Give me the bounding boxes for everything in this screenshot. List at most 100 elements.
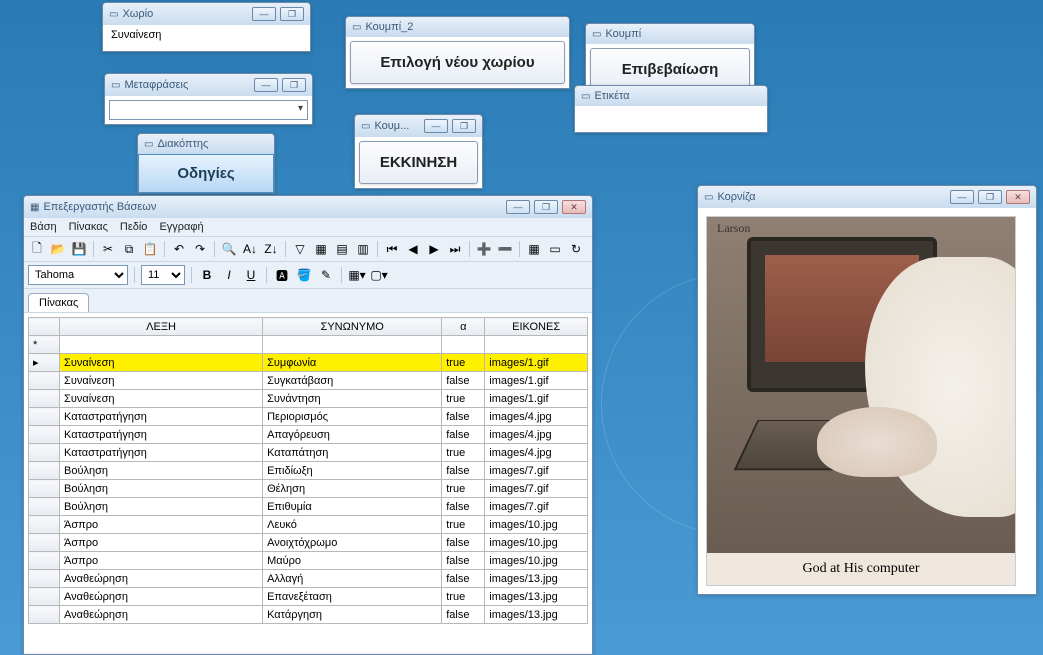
cell-lex[interactable]: Βούληση <box>60 498 263 516</box>
row-marker[interactable] <box>29 372 60 390</box>
window-titlebar-koumpi2[interactable]: ▭ Κουμπί_2 <box>346 17 569 37</box>
maximize-button[interactable]: ❐ <box>452 119 476 133</box>
cell-a[interactable]: false <box>442 498 485 516</box>
menu-record[interactable]: Εγγραφή <box>159 221 203 233</box>
cell-img[interactable]: images/4.jpg <box>485 408 588 426</box>
cell-syn[interactable]: Ανοιχτόχρωμο <box>263 534 442 552</box>
cell-syn[interactable]: Επιδίωξη <box>263 462 442 480</box>
cell-img[interactable]: images/13.jpg <box>485 570 588 588</box>
open-icon[interactable]: 📂 <box>49 240 67 258</box>
table-row[interactable]: ΒούλησηΕπιθυμίαfalseimages/7.gif <box>29 498 588 516</box>
maximize-button[interactable]: ❐ <box>282 78 306 92</box>
cell-syn[interactable]: Λευκό <box>263 516 442 534</box>
col-synonymo[interactable]: ΣΥΝΩΝΥΜΟ <box>263 318 442 336</box>
row-marker[interactable] <box>29 462 60 480</box>
minimize-button[interactable]: — <box>506 200 530 214</box>
row-marker[interactable] <box>29 480 60 498</box>
cell-lex[interactable]: Βούληση <box>60 480 263 498</box>
menu-base[interactable]: Βάση <box>30 221 57 233</box>
table-row[interactable]: ΑναθεώρησηΑλλαγήfalseimages/13.jpg <box>29 570 588 588</box>
cell-lex[interactable]: Καταστρατήγηση <box>60 408 263 426</box>
row-marker[interactable] <box>29 570 60 588</box>
cell-syn[interactable]: Καταπάτηση <box>263 444 442 462</box>
table-row[interactable]: ΆσπροΛευκόtrueimages/10.jpg <box>29 516 588 534</box>
font-select[interactable]: Tahoma <box>28 265 128 285</box>
cell-a[interactable]: false <box>442 534 485 552</box>
cell-img[interactable]: images/4.jpg <box>485 426 588 444</box>
cell-a[interactable]: true <box>442 588 485 606</box>
tab-table[interactable]: Πίνακας <box>28 293 89 312</box>
cell-syn[interactable]: Συμφωνία <box>263 354 442 372</box>
window-titlebar-koum[interactable]: ▭ Κουμ... — ❐ <box>355 115 482 137</box>
cell-syn[interactable]: Θέληση <box>263 480 442 498</box>
cell-a[interactable]: false <box>442 408 485 426</box>
minimize-button[interactable]: — <box>254 78 278 92</box>
window-titlebar-etiketa[interactable]: ▭ Ετικέτα <box>575 86 767 106</box>
filter-icon[interactable]: ▽ <box>291 240 309 258</box>
minimize-button[interactable]: — <box>424 119 448 133</box>
cell-syn[interactable]: Μαύρο <box>263 552 442 570</box>
cell-syn[interactable]: Απαγόρευση <box>263 426 442 444</box>
italic-icon[interactable]: I <box>220 266 238 284</box>
table-row[interactable]: ΚαταστρατήγησηΠεριορισμόςfalseimages/4.j… <box>29 408 588 426</box>
maximize-button[interactable]: ❐ <box>978 190 1002 204</box>
grid2-icon[interactable]: ▤ <box>333 240 351 258</box>
cell-img[interactable]: images/10.jpg <box>485 516 588 534</box>
cell-img[interactable]: images/1.gif <box>485 354 588 372</box>
table-row[interactable]: ▸ΣυναίνεσηΣυμφωνίαtrueimages/1.gif <box>29 354 588 372</box>
last-icon[interactable]: ⏭ <box>446 240 464 258</box>
data-grid[interactable]: ΛΕΞΗ ΣΥΝΩΝΥΜΟ α ΕΙΚΟΝΕΣ * ▸ΣυναίνεσηΣυμφ… <box>28 317 588 624</box>
cell-lex[interactable]: Συναίνεση <box>60 372 263 390</box>
row-marker[interactable] <box>29 588 60 606</box>
odigies-button[interactable]: Οδηγίες <box>138 154 274 193</box>
epilogi-neou-xoriou-button[interactable]: Επιλογή νέου χωρίου <box>350 41 565 84</box>
cell-lex[interactable]: Συναίνεση <box>60 354 263 372</box>
table-row[interactable]: ΆσπροΑνοιχτόχρωμοfalseimages/10.jpg <box>29 534 588 552</box>
menu-field[interactable]: Πεδίο <box>120 221 148 233</box>
save-icon[interactable]: 💾 <box>70 240 88 258</box>
row-marker[interactable] <box>29 552 60 570</box>
sort-desc-icon[interactable]: Z↓ <box>262 240 280 258</box>
cell-a[interactable]: true <box>442 354 485 372</box>
cell-img[interactable]: images/7.gif <box>485 462 588 480</box>
undo-icon[interactable]: ↶ <box>170 240 188 258</box>
close-button[interactable]: ✕ <box>1006 190 1030 204</box>
cell-a[interactable]: true <box>442 444 485 462</box>
menu-table[interactable]: Πίνακας <box>69 221 108 233</box>
cell-lex[interactable]: Άσπρο <box>60 516 263 534</box>
new-icon[interactable]: 🗋 <box>28 240 46 258</box>
cell-img[interactable]: images/10.jpg <box>485 552 588 570</box>
window-titlebar-diakoptis[interactable]: ▭ Διακόπτης <box>138 134 274 154</box>
cell-lex[interactable]: Συναίνεση <box>60 390 263 408</box>
paste-icon[interactable]: 📋 <box>141 240 159 258</box>
col-rowselector[interactable] <box>29 318 60 336</box>
cell-a[interactable]: true <box>442 480 485 498</box>
cell-syn[interactable]: Περιορισμός <box>263 408 442 426</box>
cell-a[interactable]: false <box>442 570 485 588</box>
cell-lex[interactable]: Καταστρατήγηση <box>60 444 263 462</box>
redo-icon[interactable]: ↷ <box>191 240 209 258</box>
refresh-icon[interactable]: ↻ <box>567 240 585 258</box>
row-marker[interactable] <box>29 498 60 516</box>
table-row[interactable]: ΑναθεώρησηΚατάργησηfalseimages/13.jpg <box>29 606 588 624</box>
cell-img[interactable]: images/7.gif <box>485 498 588 516</box>
cell-syn[interactable]: Συγκατάβαση <box>263 372 442 390</box>
new-row[interactable]: * <box>29 336 588 354</box>
minimize-button[interactable]: — <box>950 190 974 204</box>
cell-img[interactable]: images/4.jpg <box>485 444 588 462</box>
cell-img[interactable]: images/13.jpg <box>485 588 588 606</box>
cell-img[interactable]: images/1.gif <box>485 390 588 408</box>
cell-a[interactable]: false <box>442 372 485 390</box>
prev-icon[interactable]: ◀ <box>404 240 422 258</box>
table-row[interactable]: ΣυναίνεσηΣυγκατάβασηfalseimages/1.gif <box>29 372 588 390</box>
cell-syn[interactable]: Συνάντηση <box>263 390 442 408</box>
cell-a[interactable]: false <box>442 462 485 480</box>
bold-icon[interactable]: B <box>198 266 216 284</box>
cell-a[interactable]: true <box>442 390 485 408</box>
row-marker[interactable] <box>29 606 60 624</box>
cell-syn[interactable]: Επιθυμία <box>263 498 442 516</box>
cell-img[interactable]: images/13.jpg <box>485 606 588 624</box>
cell-img[interactable]: images/10.jpg <box>485 534 588 552</box>
window-titlebar-koumpi[interactable]: ▭ Κουμπί <box>586 24 754 44</box>
grid1-icon[interactable]: ▦ <box>312 240 330 258</box>
